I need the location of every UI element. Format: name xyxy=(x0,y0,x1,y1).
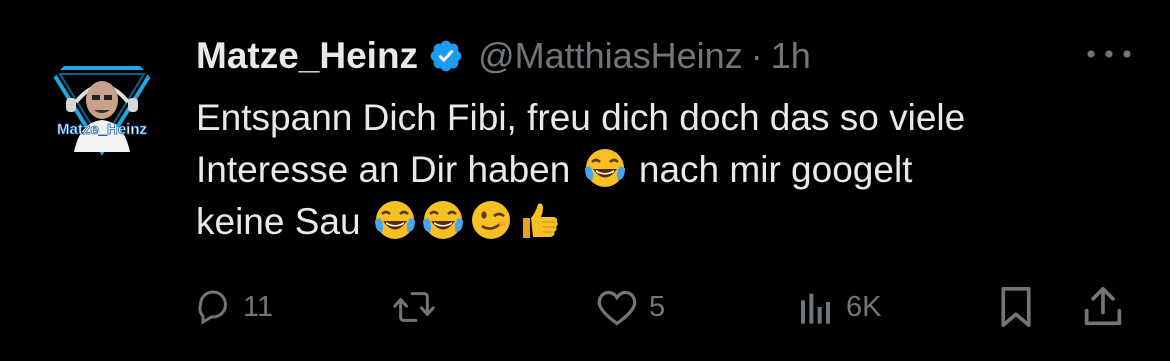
tweet[interactable]: Matze_Heinz Matze_Heinz @MatthiasHeinz ·… xyxy=(0,0,1170,361)
tears-of-joy-emoji-icon xyxy=(583,146,627,190)
tweet-text-line: Entspann Dich Fibi, freu dich doch das s… xyxy=(196,92,1146,144)
bookmark-button[interactable] xyxy=(996,284,1036,330)
repost-button[interactable] xyxy=(392,284,446,330)
tweet-text-line: keine Sau xyxy=(196,196,1146,248)
verified-badge-icon[interactable] xyxy=(428,38,464,74)
tweet-text-segment: nach mir googelt xyxy=(638,149,913,190)
reply-count: 11 xyxy=(243,290,274,323)
views-button[interactable]: 6K xyxy=(796,284,881,330)
like-count: 5 xyxy=(649,290,666,323)
views-bar-chart-icon xyxy=(796,287,836,327)
tweet-text-line: Interesse an Dir haben nach mir googelt xyxy=(196,144,1146,196)
tweet-text-segment: Interesse an Dir haben xyxy=(196,149,571,190)
tweet-text-segment: Entspann Dich Fibi, freu dich doch das s… xyxy=(196,97,966,138)
like-button[interactable]: 5 xyxy=(595,284,665,330)
display-name[interactable]: Matze_Heinz xyxy=(196,35,418,77)
share-icon xyxy=(1083,285,1123,329)
thumbs-up-emoji-icon xyxy=(517,198,561,242)
tweet-actions-bar: 11 5 6K xyxy=(0,284,1170,330)
repost-icon xyxy=(392,287,436,327)
user-handle[interactable]: @MatthiasHeinz xyxy=(478,35,743,77)
reply-button[interactable]: 11 xyxy=(193,284,273,330)
reply-icon xyxy=(193,287,233,327)
tears-of-joy-emoji-icon xyxy=(373,198,417,242)
share-button[interactable] xyxy=(1083,284,1123,330)
tweet-header: Matze_Heinz @MatthiasHeinz · 1h xyxy=(196,30,811,82)
tweet-text: Entspann Dich Fibi, freu dich doch das s… xyxy=(196,92,1146,248)
timestamp[interactable]: 1h xyxy=(771,35,811,77)
avatar-logo-text: Matze_Heinz xyxy=(57,121,147,138)
views-count: 6K xyxy=(846,290,882,323)
bookmark-icon xyxy=(996,285,1036,329)
more-options-icon[interactable] xyxy=(1083,44,1135,64)
tears-of-joy-emoji-icon xyxy=(421,198,465,242)
winking-face-emoji-icon xyxy=(469,198,513,242)
tweet-text-segment: keine Sau xyxy=(196,201,361,242)
avatar[interactable]: Matze_Heinz xyxy=(44,52,160,168)
heart-icon xyxy=(595,287,639,327)
separator-dot: · xyxy=(750,35,763,76)
